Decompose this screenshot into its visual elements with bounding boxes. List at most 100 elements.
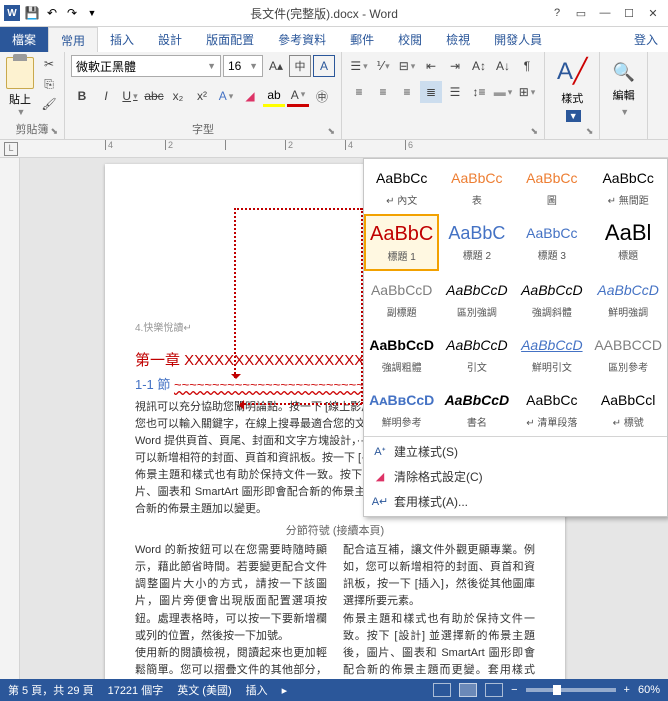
align-center-icon[interactable]: ≡ [372, 81, 394, 103]
zoom-level[interactable]: 60% [638, 684, 660, 696]
tab-developer[interactable]: 開發人員 [482, 27, 554, 52]
redo-icon[interactable]: ↷ [64, 5, 80, 21]
find-icon[interactable]: 🔍 [612, 62, 634, 83]
create-style-menuitem[interactable]: Aᐩ建立樣式(S) [364, 439, 667, 464]
save-icon[interactable]: 💾 [24, 5, 40, 21]
style-item-[interactable]: AaBbCc↵ 清單段落 [514, 381, 589, 436]
tab-insert[interactable]: 插入 [98, 27, 146, 52]
clear-format-menuitem[interactable]: ◢清除格式設定(C) [364, 464, 667, 489]
close-icon[interactable]: ✕ [644, 4, 662, 22]
web-layout-icon[interactable] [485, 683, 503, 697]
style-item-[interactable]: AaBl標題 [589, 214, 667, 271]
underline-button[interactable]: U▾ [119, 85, 141, 107]
macro-indicator[interactable]: ▸ [282, 684, 288, 697]
print-layout-icon[interactable] [459, 683, 477, 697]
style-item-[interactable]: AaBbCcD強調斜體 [514, 271, 589, 326]
enclose-char-icon[interactable]: ㊥ [311, 85, 333, 107]
increase-indent-icon[interactable]: ⇥ [444, 55, 466, 77]
insert-mode[interactable]: 插入 [246, 682, 268, 698]
font-size-select[interactable]: 16▼ [223, 55, 263, 77]
sort-icon[interactable]: A↓ [492, 55, 514, 77]
numbering-icon[interactable]: ⅟▾ [372, 55, 394, 77]
dialog-launcher-icon[interactable]: ⬊ [530, 126, 538, 137]
style-item-[interactable]: AaBbCc圖 [514, 159, 589, 214]
maximize-icon[interactable]: ☐ [620, 4, 638, 22]
superscript-button[interactable]: x² [191, 85, 213, 107]
tab-references[interactable]: 參考資料 [266, 27, 338, 52]
qat-dropdown-icon[interactable]: ▼ [84, 5, 100, 21]
highlight-icon[interactable]: ab [263, 85, 285, 107]
paste-button[interactable]: 貼上 [9, 91, 31, 107]
line-spacing-icon[interactable]: ↕≡ [468, 81, 490, 103]
undo-icon[interactable]: ↶ [44, 5, 60, 21]
zoom-in-button[interactable]: + [624, 684, 630, 696]
zoom-out-button[interactable]: − [511, 684, 517, 696]
strike-button[interactable]: abc [143, 85, 165, 107]
style-item-[interactable]: AaBbCcD強調粗體 [364, 326, 439, 381]
tab-file[interactable]: 檔案 [0, 27, 48, 52]
horizontal-ruler[interactable]: L 42246 [0, 140, 668, 158]
styles-dropdown-icon[interactable]: ▼ [566, 110, 581, 122]
zoom-slider[interactable] [526, 688, 616, 692]
tab-home[interactable]: 常用 [48, 27, 98, 52]
styles-button[interactable]: 樣式 [561, 90, 583, 106]
text-effects-icon[interactable]: A▾ [215, 85, 237, 107]
style-item-1[interactable]: AaBbC標題 1 [364, 214, 439, 271]
apply-style-menuitem[interactable]: A↵套用樣式(A)... [364, 489, 667, 514]
justify-icon[interactable]: ≣ [420, 81, 442, 103]
word-count[interactable]: 17221 個字 [108, 682, 164, 698]
style-item-3[interactable]: AaBbCc標題 3 [514, 214, 589, 271]
tab-mailings[interactable]: 郵件 [338, 27, 386, 52]
ribbon-display-icon[interactable]: ▭ [572, 4, 590, 22]
copy-icon[interactable]: ⎘ [40, 75, 58, 93]
body-paragraph[interactable]: Word 的新按鈕可以在您需要時隨時顯示，藉此節省時間。若要變更配合文件調整圖片… [135, 542, 327, 644]
show-marks-icon[interactable]: ¶ [516, 55, 538, 77]
style-item-[interactable]: AaBbCcD書名 [439, 381, 514, 436]
read-mode-icon[interactable] [433, 683, 451, 697]
vertical-ruler[interactable] [0, 158, 20, 679]
align-right-icon[interactable]: ≡ [396, 81, 418, 103]
tab-design[interactable]: 設計 [146, 27, 194, 52]
format-painter-icon[interactable]: 🖌 [40, 95, 58, 113]
body-paragraph[interactable]: 佈景主題和樣式也有助於保持文件一致。按下 [設計] 並選擇新的佈景主題後，圖片、… [343, 611, 535, 679]
help-icon[interactable]: ? [548, 4, 566, 22]
styles-icon[interactable]: A╱ [557, 57, 587, 86]
cut-icon[interactable]: ✂ [40, 55, 58, 73]
body-paragraph[interactable]: 使用新的閱讀檢視，閱讀起來也更加輕鬆簡單。您可以摺疊文件的其他部分，以強調所··… [135, 645, 327, 679]
subscript-button[interactable]: x₂ [167, 85, 189, 107]
page-indicator[interactable]: 第 5 頁，共 29 頁 [8, 682, 94, 698]
style-item-[interactable]: AaBbCc表 [439, 159, 514, 214]
tab-view[interactable]: 檢視 [434, 27, 482, 52]
text-direction-icon[interactable]: A↕ [468, 55, 490, 77]
shading-icon[interactable]: ▬▾ [492, 81, 514, 103]
style-item-[interactable]: AaBbCcl↵ 標號 [589, 381, 667, 436]
align-left-icon[interactable]: ≡ [348, 81, 370, 103]
tab-selector[interactable]: L [4, 142, 18, 156]
tab-review[interactable]: 校閱 [386, 27, 434, 52]
increase-font-icon[interactable]: A▴ [265, 55, 287, 77]
dialog-launcher-icon[interactable]: ⬊ [50, 126, 58, 137]
paste-dropdown-icon[interactable]: ▼ [17, 107, 26, 117]
paste-icon[interactable] [6, 57, 34, 89]
char-border-icon[interactable]: A [313, 55, 335, 77]
font-name-select[interactable]: 微軟正黑體▼ [71, 55, 221, 77]
borders-icon[interactable]: ⊞▾ [516, 81, 538, 103]
style-item-[interactable]: AaBbCcD鮮明引文 [514, 326, 589, 381]
bullets-icon[interactable]: ☰▾ [348, 55, 370, 77]
style-item-[interactable]: AaBbCc↵ 內文 [364, 159, 439, 214]
style-item-[interactable]: AᴀBʙCᴄD鮮明參考 [364, 381, 439, 436]
style-item-[interactable]: AaBbCcD引文 [439, 326, 514, 381]
bold-button[interactable]: B [71, 85, 93, 107]
italic-button[interactable]: I [95, 85, 117, 107]
minimize-icon[interactable]: — [596, 4, 614, 22]
editing-button[interactable]: 編輯 [613, 87, 635, 103]
style-item-[interactable]: AaBbCcD鮮明強調 [589, 271, 667, 326]
tab-layout[interactable]: 版面配置 [194, 27, 266, 52]
style-item-[interactable]: AaBbCcD區別強調 [439, 271, 514, 326]
style-item-[interactable]: AABBCCD區別參考 [589, 326, 667, 381]
style-item-2[interactable]: AaBbC標題 2 [439, 214, 514, 271]
dialog-launcher-icon[interactable]: ⬊ [586, 126, 594, 137]
clear-format-icon[interactable]: ◢ [239, 85, 261, 107]
distribute-icon[interactable]: ☰ [444, 81, 466, 103]
language-indicator[interactable]: 英文 (美國) [177, 682, 231, 698]
